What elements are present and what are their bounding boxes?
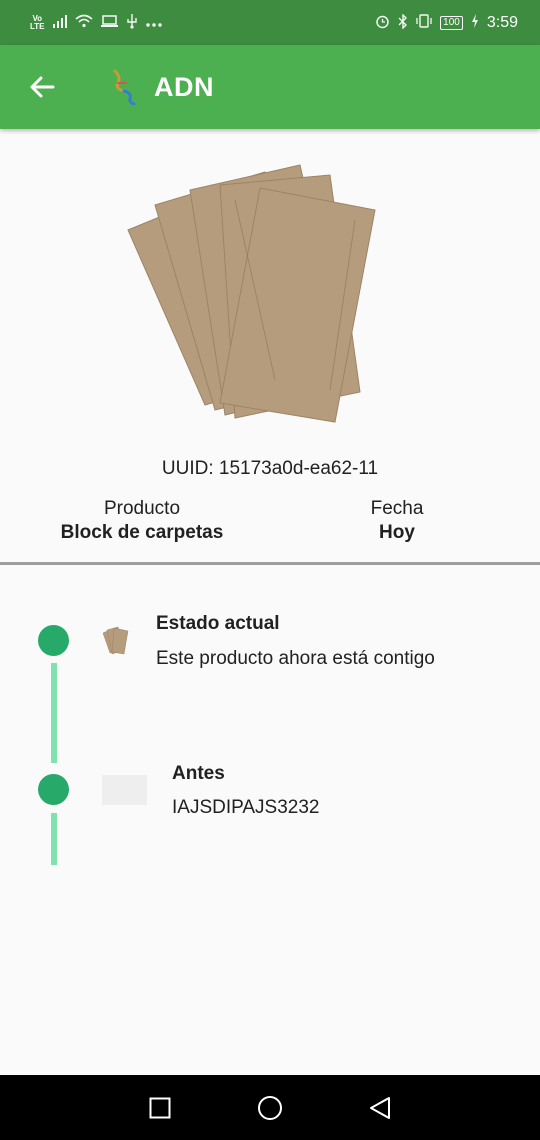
status-bar: Vo LTE 100 3:59 bbox=[0, 0, 540, 45]
timeline-connector bbox=[51, 663, 57, 763]
date-value: Hoy bbox=[379, 522, 415, 543]
image-placeholder bbox=[102, 775, 147, 805]
battery-indicator: 100 bbox=[440, 15, 463, 30]
arrow-back-icon bbox=[30, 76, 55, 98]
timeline: Estado actual Este producto ahora está c… bbox=[0, 565, 540, 1065]
usb-icon bbox=[126, 13, 138, 32]
app-title: ADN bbox=[154, 71, 214, 102]
recents-square-icon bbox=[149, 1097, 171, 1118]
status-right: 100 3:59 bbox=[375, 12, 518, 32]
laptop-icon bbox=[100, 14, 118, 31]
nav-back-button[interactable] bbox=[365, 1093, 395, 1123]
envelope-stack-image bbox=[127, 164, 376, 423]
timeline-dot bbox=[38, 774, 69, 805]
dna-logo-icon bbox=[113, 69, 136, 105]
timeline-item-text: Este producto ahora está contigo bbox=[156, 648, 435, 669]
alarm-icon bbox=[375, 14, 390, 32]
bluetooth-icon bbox=[398, 12, 408, 32]
envelope-thumbnail bbox=[102, 626, 129, 655]
vibrate-icon bbox=[416, 14, 432, 31]
timeline-dot bbox=[38, 625, 69, 656]
navigation-bar bbox=[0, 1075, 540, 1140]
timeline-item-title: Antes bbox=[172, 763, 225, 784]
back-triangle-icon bbox=[370, 1096, 390, 1119]
recents-button[interactable] bbox=[145, 1093, 175, 1123]
wifi-icon bbox=[74, 14, 93, 31]
product-label: Producto bbox=[103, 498, 181, 519]
uuid-text: UUID: 15173a0d-ea62-11 bbox=[161, 458, 379, 479]
clock: 3:59 bbox=[486, 13, 518, 31]
status-left: Vo LTE bbox=[30, 13, 162, 32]
back-button[interactable] bbox=[14, 59, 70, 115]
date-label: Fecha bbox=[370, 498, 424, 519]
product-value: Block de carpetas bbox=[60, 522, 224, 543]
timeline-connector bbox=[51, 813, 57, 865]
timeline-item-title: Estado actual bbox=[156, 613, 280, 634]
more-dots-icon bbox=[145, 15, 162, 31]
timeline-item-text: IAJSDIPAJS3232 bbox=[172, 797, 320, 818]
home-circle-icon bbox=[258, 1095, 282, 1120]
app-bar: ADN bbox=[0, 45, 540, 129]
date-info: Fecha Hoy bbox=[267, 498, 527, 544]
signal-icon bbox=[52, 14, 67, 31]
product-info: Producto Block de carpetas bbox=[12, 498, 272, 544]
volte-indicator: Vo LTE bbox=[30, 14, 45, 31]
home-button[interactable] bbox=[255, 1093, 285, 1123]
charging-icon bbox=[471, 14, 479, 31]
volte-line-2: LTE bbox=[30, 21, 45, 31]
